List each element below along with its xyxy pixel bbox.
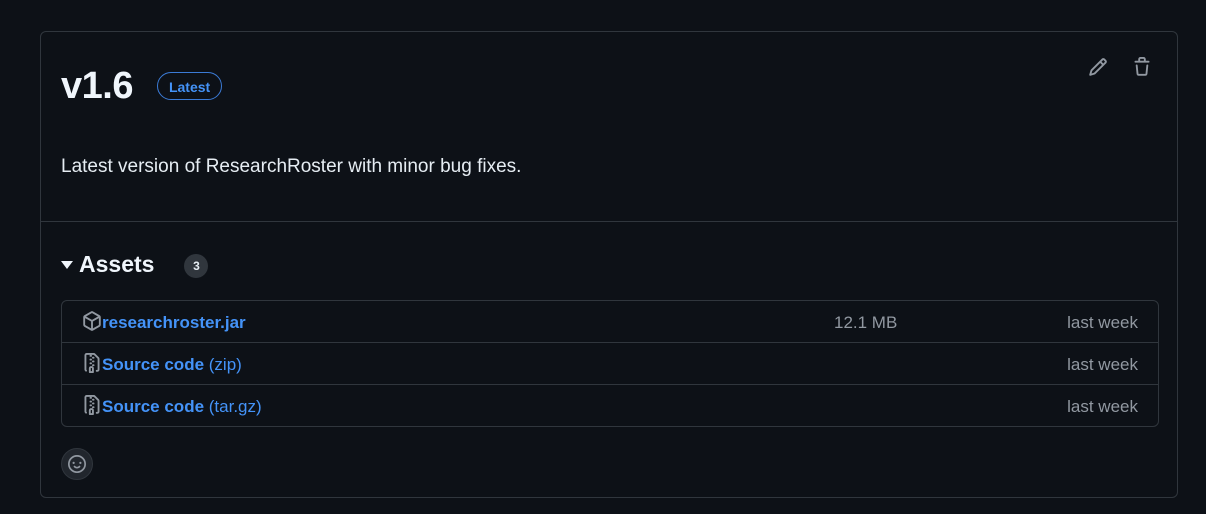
assets-title: Assets (79, 250, 155, 277)
release-header: v1.6 Latest Latest version of ResearchRo… (41, 32, 1177, 222)
asset-name: Source code (102, 397, 205, 416)
title-row: v1.6 Latest (61, 62, 223, 110)
asset-date: last week (1067, 397, 1138, 416)
asset-link[interactable]: researchroster.jar (102, 313, 246, 333)
file-zip-icon (84, 353, 100, 373)
asset-name: researchroster.jar (102, 313, 246, 332)
asset-suffix: (zip) (204, 355, 242, 374)
asset-date: last week (1067, 313, 1138, 332)
asset-list: researchroster.jar 12.1 MB last week Sou… (61, 300, 1159, 427)
assets-count-badge: 3 (184, 254, 209, 278)
asset-link[interactable]: Source code (zip) (102, 355, 242, 375)
latest-badge: Latest (156, 72, 223, 100)
assets-toggle[interactable]: Assets 3 (61, 248, 1159, 280)
file-zip-icon (84, 395, 100, 415)
asset-name: Source code (102, 355, 205, 374)
trash-icon (1134, 57, 1150, 76)
pencil-icon (1089, 58, 1107, 76)
asset-date: last week (1067, 355, 1138, 374)
asset-row: Source code (zip) last week (62, 342, 1158, 384)
delete-button[interactable] (1131, 56, 1153, 78)
add-reaction-button[interactable] (61, 448, 93, 480)
caret-down-icon (61, 261, 73, 269)
assets-section: Assets 3 researchroster.jar 12.1 MB last… (61, 248, 1159, 427)
release-title: v1.6 (61, 65, 133, 107)
package-icon (83, 311, 101, 331)
smiley-icon (68, 455, 86, 473)
asset-size: 12.1 MB (834, 313, 898, 332)
header-actions (1087, 56, 1153, 78)
edit-button[interactable] (1087, 56, 1109, 78)
asset-row: Source code (tar.gz) last week (62, 384, 1158, 426)
release-card: v1.6 Latest Latest version of ResearchRo… (40, 31, 1178, 498)
release-description: Latest version of ResearchRoster with mi… (61, 156, 522, 177)
asset-suffix: (tar.gz) (204, 397, 262, 416)
asset-row: researchroster.jar 12.1 MB last week (62, 301, 1158, 342)
asset-link[interactable]: Source code (tar.gz) (102, 397, 262, 417)
